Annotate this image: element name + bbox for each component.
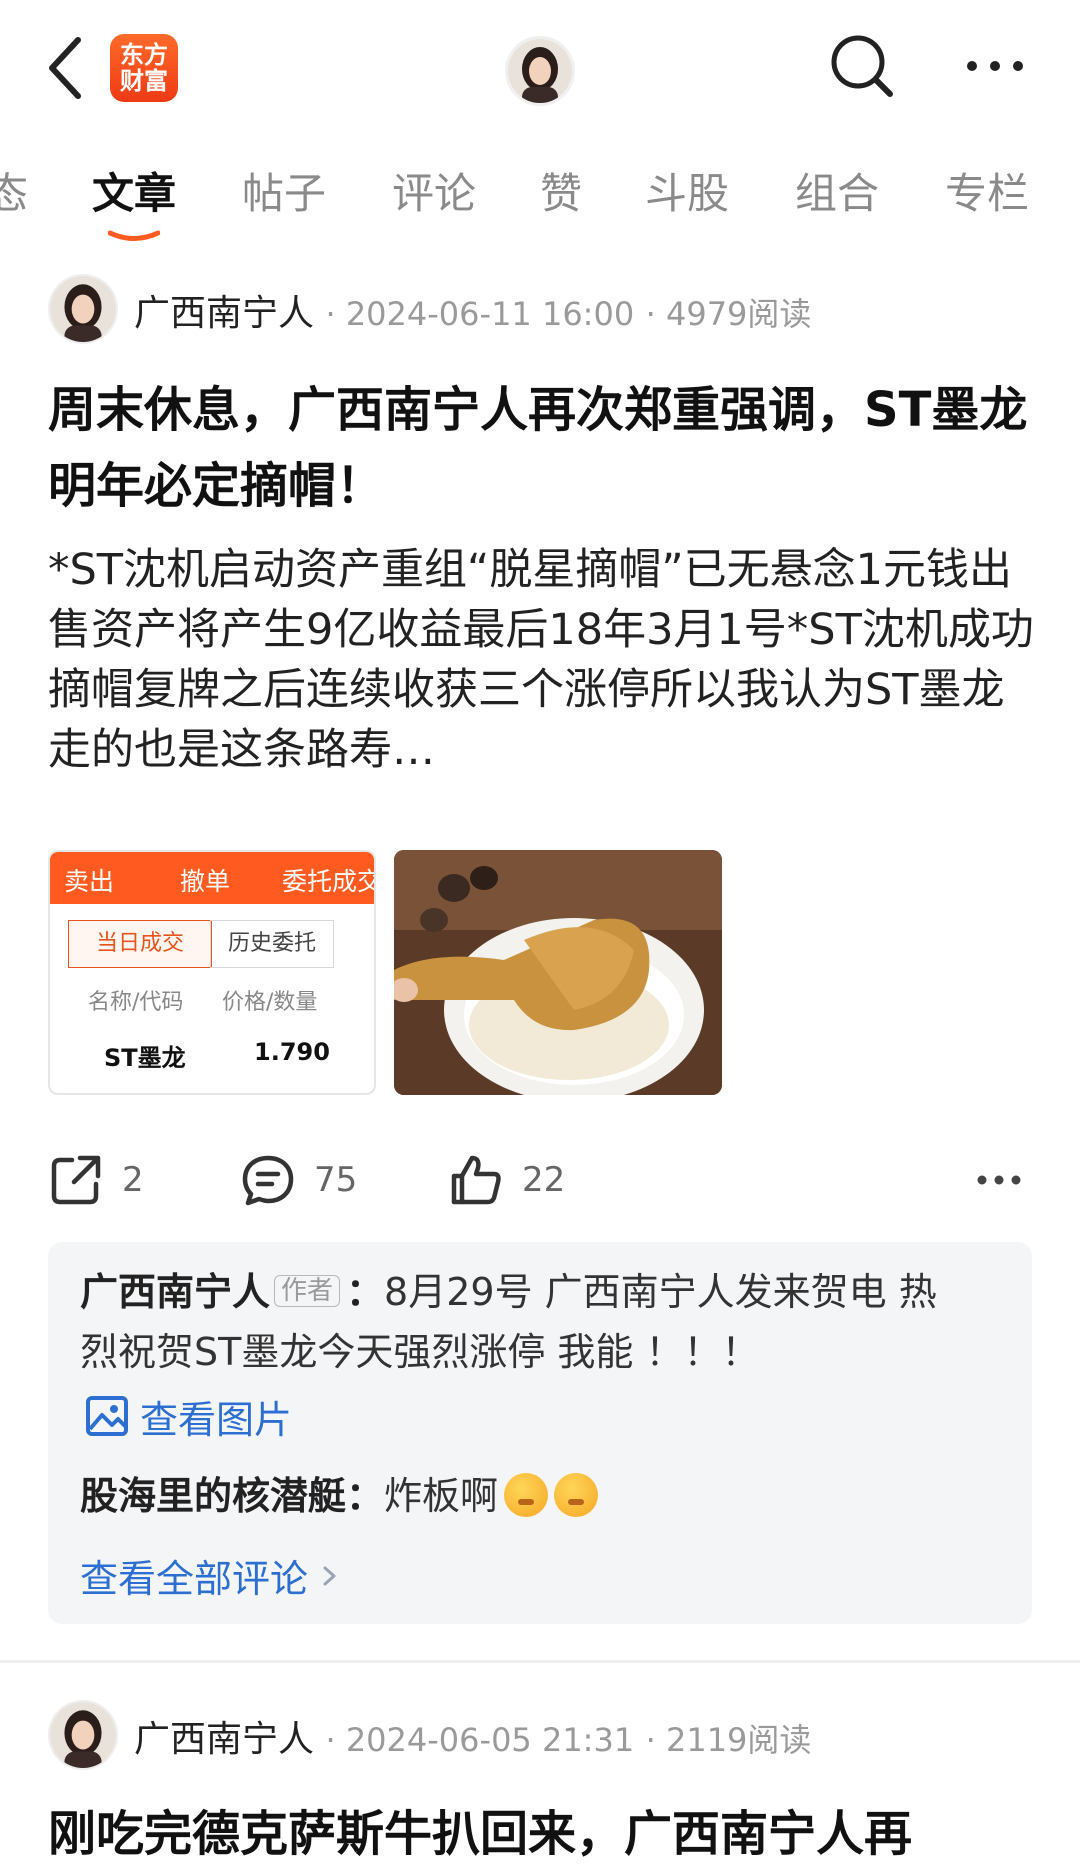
thumbs-up-icon bbox=[451, 1155, 501, 1205]
post-title[interactable]: 周末休息，广西南宁人再次郑重强调，ST墨龙明年必定摘帽！ bbox=[48, 372, 1038, 524]
read-count: 2119阅读 bbox=[665, 1721, 812, 1759]
post-excerpt[interactable]: *ST沈机启动资产重组“脱星摘帽”已无悬念1元钱出售资产将产生9亿收益最后18年… bbox=[48, 540, 1038, 780]
author-avatar[interactable] bbox=[48, 274, 118, 344]
tab-likes[interactable]: 赞 bbox=[540, 160, 582, 221]
share-button[interactable]: 2 bbox=[48, 1150, 144, 1210]
comment-text: 炸板啊 bbox=[384, 1474, 499, 1518]
tab-column[interactable]: 专栏 bbox=[945, 160, 1029, 221]
tab-dynamic[interactable]: 态 bbox=[0, 160, 28, 221]
post-image-trade-screenshot[interactable]: 卖出 撤单 委托成交 当日成交 历史委托 名称/代码 价格/数量 ST墨龙 1.… bbox=[48, 850, 376, 1095]
trade-subtab-history: 历史委托 bbox=[210, 920, 334, 968]
search-button[interactable] bbox=[828, 32, 898, 102]
more-button[interactable] bbox=[960, 46, 1030, 86]
comment-button[interactable]: 75 bbox=[240, 1150, 357, 1210]
app-logo[interactable]: 东方财富 bbox=[110, 34, 178, 102]
like-button[interactable]: 22 bbox=[448, 1150, 565, 1210]
trade-col-price: 价格/数量 bbox=[222, 990, 318, 1015]
comment-count: 75 bbox=[314, 1160, 358, 1200]
tab-stock-battle[interactable]: 斗股 bbox=[645, 160, 729, 221]
tab-portfolio[interactable]: 组合 bbox=[795, 160, 879, 221]
comment-item[interactable]: 广西南宁人 作者 ：8月29号 广西南宁人发来贺电 热烈祝贺ST墨龙今天强烈涨停 我… bbox=[80, 1262, 950, 1382]
post-more-button[interactable] bbox=[974, 1170, 1024, 1194]
chevron-right-icon bbox=[323, 1566, 336, 1585]
view-image-link[interactable]: 查看图片 bbox=[84, 1386, 292, 1446]
more-horizontal-icon bbox=[977, 1175, 1021, 1185]
more-horizontal-icon bbox=[967, 61, 1023, 71]
image-icon bbox=[86, 1396, 128, 1436]
shush-face-emoji-icon bbox=[504, 1473, 549, 1517]
chevron-left-icon bbox=[49, 37, 81, 99]
back-button[interactable] bbox=[38, 28, 98, 108]
post-meta-line: 广西南宁人 · 2024-06-11 16:00 · 4979阅读 bbox=[134, 293, 812, 334]
post-date: 2024-06-11 16:00 bbox=[345, 295, 635, 333]
post-title[interactable]: 刚吃完德克萨斯牛扒回来，广西南宁人再 bbox=[48, 1796, 1038, 1872]
author-name[interactable]: 广西南宁人 bbox=[134, 1719, 314, 1760]
active-tab-indicator bbox=[108, 230, 160, 241]
post-image-chicken-rice[interactable] bbox=[394, 850, 722, 1095]
comment-icon bbox=[242, 1155, 294, 1206]
trade-tab-orders: 委托成交 bbox=[282, 867, 376, 896]
commenter-name[interactable]: 广西南宁人 bbox=[80, 1270, 270, 1314]
tab-bar: 态 文章 帖子 评论 赞 斗股 组合 专栏 bbox=[0, 160, 1080, 250]
read-count: 4979阅读 bbox=[665, 295, 812, 333]
author-avatar[interactable] bbox=[48, 1700, 118, 1770]
view-all-comments-label: 查看全部评论 bbox=[80, 1557, 309, 1601]
trade-tab-cancel: 撤单 bbox=[180, 867, 231, 896]
profile-avatar[interactable] bbox=[505, 36, 575, 106]
trade-subtabs: 当日成交 历史委托 bbox=[68, 920, 368, 968]
trade-header: 卖出 撤单 委托成交 bbox=[50, 852, 374, 904]
avatar-image bbox=[50, 276, 116, 342]
post-divider bbox=[0, 1660, 1080, 1663]
post-meta-line: 广西南宁人 · 2024-06-05 21:31 · 2119阅读 bbox=[134, 1719, 812, 1760]
trade-col-name: 名称/代码 bbox=[88, 990, 184, 1015]
trade-tab-sell: 卖出 bbox=[64, 867, 115, 896]
view-image-label: 查看图片 bbox=[140, 1397, 293, 1442]
trade-stock-name: ST墨龙 bbox=[104, 1044, 186, 1072]
author-name[interactable]: 广西南宁人 bbox=[134, 293, 314, 334]
author-badge: 作者 bbox=[274, 1275, 341, 1307]
avatar-image bbox=[508, 39, 572, 103]
shush-face-emoji-icon bbox=[554, 1473, 599, 1517]
avatar-image bbox=[50, 1702, 116, 1768]
view-all-comments-link[interactable]: 查看全部评论 bbox=[80, 1548, 342, 1603]
commenter-name[interactable]: 股海里的核潜艇 bbox=[80, 1474, 346, 1518]
tab-comments[interactable]: 评论 bbox=[392, 160, 476, 221]
search-icon bbox=[831, 35, 893, 97]
comment-item[interactable]: 股海里的核潜艇：炸板啊 bbox=[80, 1466, 950, 1526]
tab-posts[interactable]: 帖子 bbox=[242, 160, 326, 221]
share-count: 2 bbox=[122, 1160, 144, 1200]
share-icon bbox=[51, 1155, 101, 1205]
trade-stock-price: 1.790 bbox=[254, 1038, 330, 1066]
tab-articles[interactable]: 文章 bbox=[92, 160, 176, 221]
food-photo bbox=[394, 850, 722, 1095]
trade-subtab-today: 当日成交 bbox=[68, 920, 212, 968]
post-date: 2024-06-05 21:31 bbox=[345, 1721, 635, 1759]
like-count: 22 bbox=[522, 1160, 566, 1200]
app-logo-text: 东方财富 bbox=[120, 41, 168, 95]
